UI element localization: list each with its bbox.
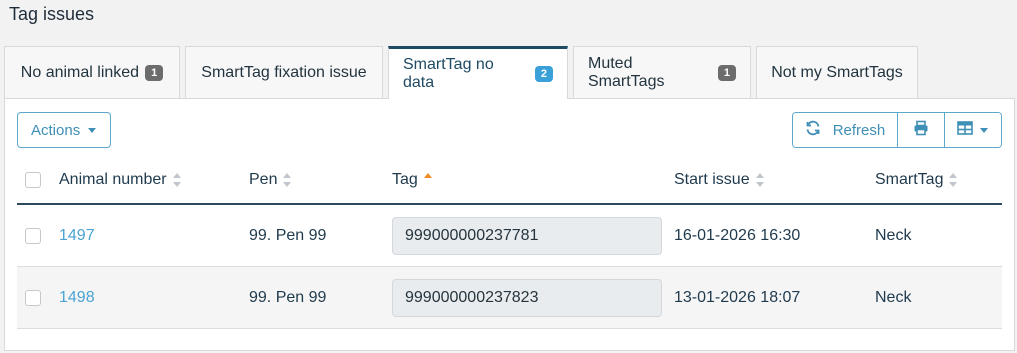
tag-value: 999000000237781 — [392, 216, 662, 255]
tab-label: SmartTag no data — [403, 56, 494, 91]
animal-number-link[interactable]: 1498 — [59, 289, 95, 307]
tag-issues-table: Animal number Pen Tag Start issue SmartT… — [17, 157, 1002, 329]
column-header-label: Start issue — [674, 171, 750, 188]
smarttag-cell: Neck — [875, 288, 912, 306]
page-title: Tag issues — [9, 4, 95, 24]
actions-dropdown-button[interactable]: Actions — [17, 112, 111, 148]
tab-smarttag-no-data[interactable]: SmartTag no data 2 — [388, 46, 568, 99]
column-header-label: SmartTag — [875, 171, 944, 188]
caret-down-icon — [88, 127, 97, 133]
column-header-pen[interactable]: Pen — [249, 171, 292, 189]
select-all-checkbox[interactable] — [25, 172, 41, 188]
sort-icon — [949, 173, 958, 187]
printer-icon — [913, 120, 929, 140]
checkbox[interactable] — [25, 227, 41, 244]
sort-icon — [283, 173, 292, 187]
tag-value: 999000000237823 — [392, 278, 662, 317]
column-view-dropdown-button[interactable] — [944, 113, 1001, 147]
tag-cell: 999000000237823 — [392, 278, 662, 317]
refresh-button[interactable]: Refresh — [793, 113, 898, 147]
sort-ascending-icon — [423, 173, 432, 181]
tab-no-animal-linked[interactable]: No animal linked 1 — [4, 46, 180, 98]
tab-label: SmartTag fixation issue — [201, 63, 367, 81]
table-header-row: Animal number Pen Tag Start issue SmartT… — [17, 157, 1002, 205]
animal-number-link[interactable]: 1497 — [59, 227, 95, 245]
column-header-label: Pen — [249, 171, 278, 188]
column-header-animal-number[interactable]: Animal number — [59, 171, 181, 189]
column-header-label: Animal number — [59, 171, 167, 188]
tab-label: Muted SmartTags — [588, 54, 665, 90]
smarttag-cell: Neck — [875, 226, 912, 244]
tab-muted-smarttags[interactable]: Muted SmartTags 1 — [573, 46, 751, 98]
print-button[interactable] — [897, 113, 945, 147]
sort-icon — [172, 173, 181, 187]
column-header-tag[interactable]: Tag — [392, 171, 432, 189]
tab-count-badge: 1 — [717, 64, 736, 81]
refresh-icon — [805, 120, 821, 140]
sort-icon — [755, 173, 764, 187]
start-issue-cell: 13-01-2026 18:07 — [674, 288, 801, 306]
tab-smarttag-fixation-issue[interactable]: SmartTag fixation issue — [185, 46, 383, 98]
column-header-smarttag[interactable]: SmartTag — [875, 171, 958, 189]
toolbar-button-group: Refresh — [792, 112, 1002, 148]
table-row: 1497 99. Pen 99 999000000237781 16-01-20… — [17, 205, 1002, 267]
tab-label: Not my SmartTags — [771, 63, 903, 81]
tab-panel: Actions Refresh Animal number Pen Tag St… — [4, 98, 1015, 351]
tab-bar: No animal linked 1 SmartTag fixation iss… — [4, 46, 918, 99]
pen-cell: 99. Pen 99 — [249, 288, 327, 306]
tab-label: No animal linked — [20, 63, 140, 81]
caret-down-icon — [980, 127, 989, 133]
column-header-label: Tag — [392, 171, 418, 188]
actions-label: Actions — [31, 121, 81, 139]
checkbox[interactable] — [25, 172, 41, 188]
row-checkbox[interactable] — [25, 289, 41, 306]
table-view-icon — [957, 121, 974, 139]
tab-count-badge: 2 — [534, 66, 553, 82]
checkbox[interactable] — [25, 289, 41, 306]
row-checkbox[interactable] — [25, 227, 41, 244]
tab-not-my-smarttags[interactable]: Not my SmartTags — [756, 46, 918, 98]
tag-cell: 999000000237781 — [392, 216, 662, 255]
table-row: 1498 99. Pen 99 999000000237823 13-01-20… — [17, 267, 1002, 329]
tab-count-badge: 1 — [145, 64, 164, 81]
pen-cell: 99. Pen 99 — [249, 226, 327, 244]
refresh-label: Refresh — [832, 121, 886, 139]
column-header-start-issue[interactable]: Start issue — [674, 171, 764, 189]
start-issue-cell: 16-01-2026 16:30 — [674, 226, 801, 244]
